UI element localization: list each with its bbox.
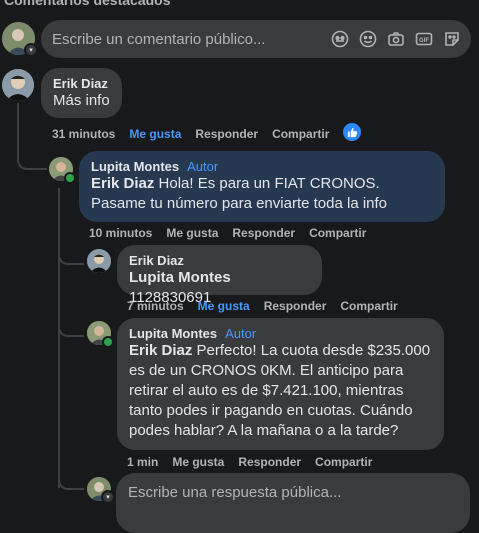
reply-button[interactable]: Responder xyxy=(238,455,301,469)
thread-connector xyxy=(17,158,47,170)
comment-actions: 1 min Me gusta Responder Compartir xyxy=(127,455,372,469)
chevron-down-icon[interactable]: ▾ xyxy=(101,490,115,504)
chevron-down-icon[interactable]: ▾ xyxy=(24,43,38,57)
reply-button[interactable]: Responder xyxy=(232,226,295,240)
like-button[interactable]: Me gusta xyxy=(198,299,250,313)
comment-author[interactable]: Lupita Montes xyxy=(91,159,179,174)
author-badge: Autor xyxy=(187,159,219,174)
comment-bubble: Erik Diaz Más info xyxy=(41,68,122,118)
thread-line xyxy=(17,103,19,161)
like-button[interactable]: Me gusta xyxy=(129,127,181,141)
comment-time[interactable]: 1 min xyxy=(127,455,158,469)
comment-author[interactable]: Lupita Montes xyxy=(129,326,217,341)
comment-bubble: Erik Diaz Lupita Montes 1128830691 xyxy=(117,245,322,306)
avatar-sticker-icon[interactable] xyxy=(330,29,349,48)
share-button[interactable]: Compartir xyxy=(340,299,397,313)
sticker-icon[interactable] xyxy=(442,29,461,48)
author-badge: Autor xyxy=(225,326,257,341)
like-button[interactable]: Me gusta xyxy=(166,226,218,240)
comment-bubble: Lupita Montes Autor Erik Diaz Hola! Es pa… xyxy=(79,151,445,222)
comment-actions: 31 minutos Me gusta Responder Compartir xyxy=(52,127,329,141)
section-title: Comentarios destacados xyxy=(4,0,171,8)
svg-text:GIF: GIF xyxy=(419,38,429,44)
reply-input-placeholder: Escribe una respuesta pública... xyxy=(128,484,342,501)
thumbs-up-icon[interactable] xyxy=(343,123,361,141)
share-button[interactable]: Compartir xyxy=(315,455,372,469)
mention-link[interactable]: Erik Diaz xyxy=(129,342,192,359)
thread-connector xyxy=(58,325,84,337)
comment-actions: 7 minutos Me gusta Responder Compartir xyxy=(127,299,398,313)
comment-time[interactable]: 31 minutos xyxy=(52,127,115,141)
comment-actions: 10 minutos Me gusta Responder Compartir xyxy=(89,226,366,240)
online-status-dot xyxy=(102,336,114,348)
online-status-dot xyxy=(64,172,76,184)
comment-input-placeholder: Escribe un comentario público... xyxy=(52,31,266,48)
mention-link[interactable]: Erik Diaz xyxy=(91,175,154,192)
thread-connector xyxy=(58,478,84,490)
share-button[interactable]: Compartir xyxy=(272,127,329,141)
comment-bubble: Lupita Montes Autor Erik Diaz Perfecto! L… xyxy=(117,318,444,450)
avatar[interactable] xyxy=(87,249,111,273)
like-button[interactable]: Me gusta xyxy=(172,455,224,469)
comment-text: Más info xyxy=(53,92,110,109)
thread-line-nested xyxy=(58,188,60,488)
reply-button[interactable]: Responder xyxy=(264,299,327,313)
share-button[interactable]: Compartir xyxy=(309,226,366,240)
comment-time[interactable]: 7 minutos xyxy=(127,299,184,313)
comment-input[interactable]: Escribe un comentario público... GIF xyxy=(41,20,471,58)
mention-link[interactable]: Lupita Montes xyxy=(129,269,231,286)
smiley-icon[interactable] xyxy=(358,29,377,48)
reply-input[interactable]: Escribe una respuesta pública... xyxy=(116,473,470,533)
comment-time[interactable]: 10 minutos xyxy=(89,226,152,240)
thread-connector xyxy=(58,253,84,265)
avatar[interactable] xyxy=(2,69,34,101)
comment-author[interactable]: Erik Diaz xyxy=(53,76,110,91)
comment-author[interactable]: Erik Diaz xyxy=(129,253,310,268)
camera-icon[interactable] xyxy=(386,29,405,48)
reply-button[interactable]: Responder xyxy=(195,127,258,141)
gif-icon[interactable]: GIF xyxy=(414,29,433,48)
